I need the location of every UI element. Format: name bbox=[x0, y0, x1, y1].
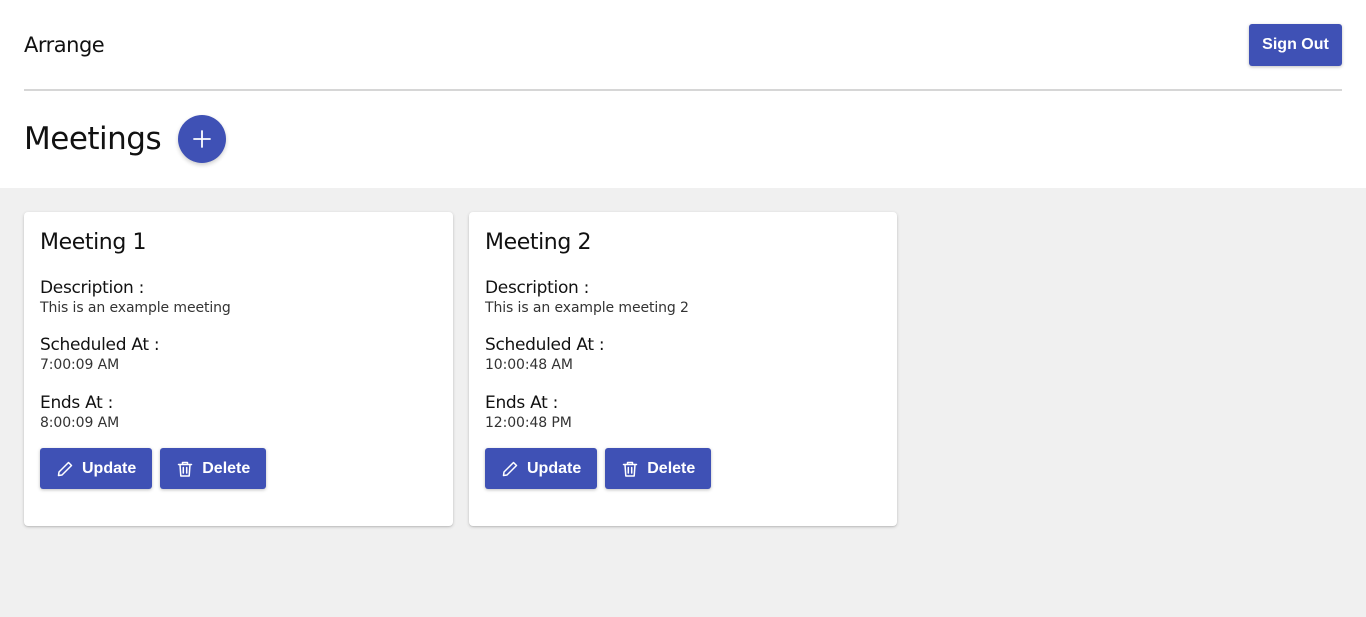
meeting-card: Meeting 2 Description : This is an examp… bbox=[469, 212, 897, 526]
page-title: Meetings bbox=[24, 120, 162, 157]
sign-out-button[interactable]: Sign Out bbox=[1249, 23, 1342, 66]
title-row: Meetings bbox=[24, 91, 1342, 186]
scheduled-field: Scheduled At : 7:00:09 AM bbox=[40, 334, 437, 374]
description-label: Description : bbox=[485, 278, 590, 298]
scheduled-label: Scheduled At : bbox=[40, 335, 160, 355]
top-section: Arrange Sign Out Meetings bbox=[0, 0, 1366, 188]
pencil-icon bbox=[501, 460, 519, 478]
meetings-list: Meeting 1 Description : This is an examp… bbox=[0, 188, 1366, 617]
description-field: Description : This is an example meeting… bbox=[485, 277, 881, 317]
ends-field: Ends At : 8:00:09 AM bbox=[40, 392, 437, 432]
trash-icon bbox=[176, 460, 194, 478]
update-label: Update bbox=[527, 459, 582, 477]
scheduled-label: Scheduled At : bbox=[485, 335, 605, 355]
ends-label: Ends At : bbox=[485, 393, 558, 413]
ends-value: 12:00:48 PM bbox=[485, 415, 572, 431]
navbar: Arrange Sign Out bbox=[24, 0, 1342, 91]
trash-icon bbox=[621, 460, 639, 478]
card-actions: Update Delete bbox=[40, 448, 437, 489]
ends-field: Ends At : 12:00:48 PM bbox=[485, 392, 881, 432]
delete-label: Delete bbox=[202, 459, 251, 477]
update-button[interactable]: Update bbox=[40, 448, 153, 489]
meeting-card: Meeting 1 Description : This is an examp… bbox=[24, 212, 453, 526]
card-actions: Update Delete bbox=[485, 448, 881, 489]
update-label: Update bbox=[82, 459, 137, 477]
scheduled-field: Scheduled At : 10:00:48 AM bbox=[485, 334, 881, 374]
description-label: Description : bbox=[40, 278, 145, 298]
ends-value: 8:00:09 AM bbox=[40, 415, 120, 431]
update-button[interactable]: Update bbox=[485, 448, 598, 489]
meeting-title: Meeting 1 bbox=[40, 230, 147, 255]
delete-button[interactable]: Delete bbox=[605, 448, 712, 489]
description-value: This is an example meeting bbox=[40, 300, 231, 316]
scheduled-value: 7:00:09 AM bbox=[40, 357, 120, 373]
meeting-title: Meeting 2 bbox=[485, 230, 592, 255]
brand-logo[interactable]: Arrange bbox=[24, 33, 105, 57]
plus-icon bbox=[193, 129, 212, 148]
scheduled-value: 10:00:48 AM bbox=[485, 357, 573, 373]
ends-label: Ends At : bbox=[40, 393, 113, 413]
delete-label: Delete bbox=[647, 459, 696, 477]
delete-button[interactable]: Delete bbox=[160, 448, 267, 489]
description-field: Description : This is an example meeting bbox=[40, 277, 437, 317]
pencil-icon bbox=[56, 460, 74, 478]
add-meeting-button[interactable] bbox=[178, 114, 227, 163]
description-value: This is an example meeting 2 bbox=[485, 300, 689, 316]
